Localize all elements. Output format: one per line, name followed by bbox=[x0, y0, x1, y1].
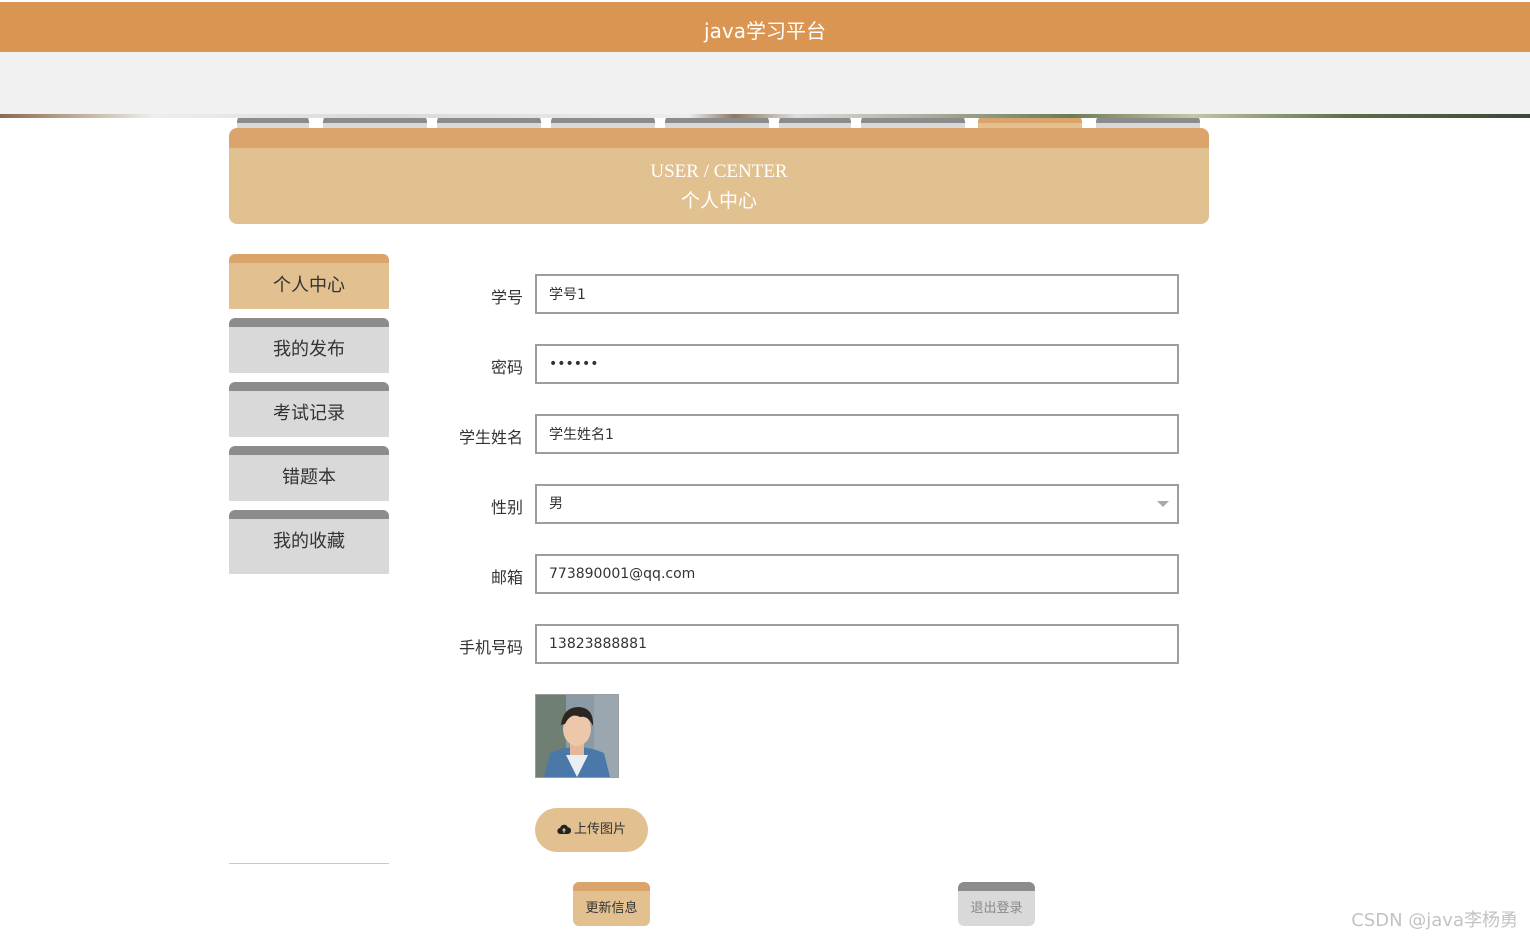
cloud-upload-icon bbox=[557, 824, 572, 835]
upload-image-label: 上传图片 bbox=[573, 822, 626, 837]
main-nav: 首页 课程信息 作业信息 资料信息 校园论坛 试卷 公告信息 个人中心 后台管理 bbox=[0, 52, 1530, 157]
update-info-button[interactable]: 更新信息 bbox=[573, 882, 650, 926]
sidebar-item-my-posts[interactable]: 我的发布 bbox=[229, 318, 389, 373]
upload-image-button[interactable]: 上传图片 bbox=[535, 808, 648, 852]
logout-button[interactable]: 退出登录 bbox=[958, 882, 1035, 926]
sidebar-divider bbox=[229, 863, 389, 864]
sidebar-item-exam-records[interactable]: 考试记录 bbox=[229, 382, 389, 437]
watermark: CSDN @java李杨勇 bbox=[1351, 910, 1518, 931]
phone-label: 手机号码 bbox=[458, 638, 523, 657]
gender-label: 性别 bbox=[490, 498, 523, 517]
sidebar-item-favorites[interactable]: 我的收藏 bbox=[229, 510, 389, 574]
email-field[interactable] bbox=[535, 554, 1179, 594]
app-title: java学习平台 bbox=[704, 19, 826, 43]
name-label: 学生姓名 bbox=[458, 428, 523, 447]
password-label: 密码 bbox=[490, 358, 523, 377]
app-header: java学习平台 bbox=[0, 0, 1530, 52]
gender-select[interactable]: 男 bbox=[535, 484, 1179, 524]
student-id-label: 学号 bbox=[490, 288, 523, 307]
page-banner: USER / CENTER 个人中心 bbox=[229, 128, 1209, 224]
header-photo-strip bbox=[0, 114, 1530, 118]
phone-field[interactable] bbox=[535, 624, 1179, 664]
sidebar-item-user-center[interactable]: 个人中心 bbox=[229, 254, 389, 309]
password-field[interactable]: •••••• bbox=[535, 344, 1179, 384]
banner-title-cn: 个人中心 bbox=[680, 191, 757, 212]
name-field[interactable] bbox=[535, 414, 1179, 454]
avatar-photo-icon bbox=[536, 695, 618, 777]
email-label: 邮箱 bbox=[490, 568, 523, 587]
sidebar-item-wrong-questions[interactable]: 错题本 bbox=[229, 446, 389, 501]
student-id-field[interactable] bbox=[535, 274, 1179, 314]
chevron-down-icon[interactable] bbox=[1157, 501, 1169, 507]
banner-title-en: USER / CENTER bbox=[650, 161, 788, 182]
avatar bbox=[535, 694, 619, 778]
